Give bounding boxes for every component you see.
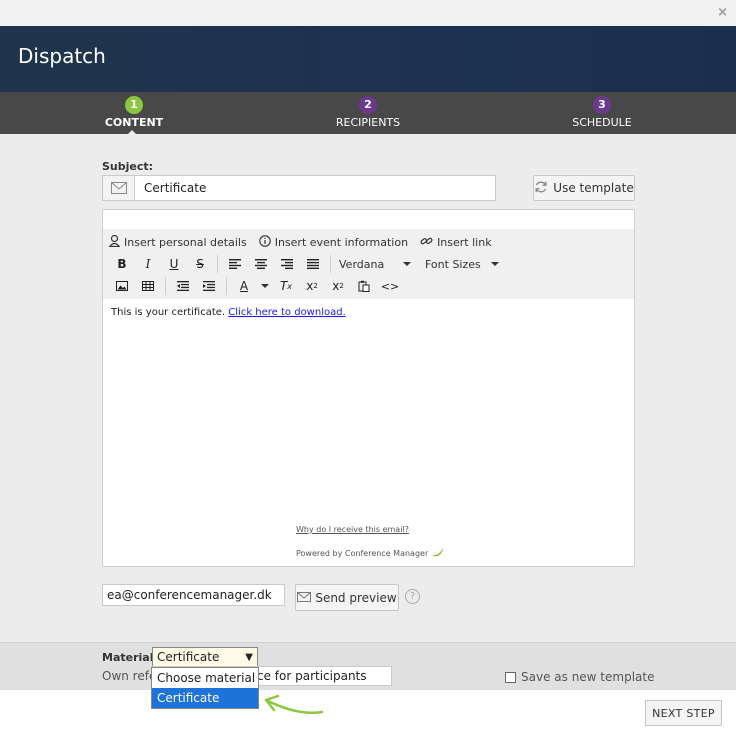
dropdown-option-choose[interactable]: Choose material (152, 668, 258, 688)
chevron-down-icon (403, 262, 411, 266)
dropdown-option-certificate[interactable]: Certificate (152, 688, 258, 708)
powered-text: Powered by Conference Manager (296, 548, 429, 558)
chevron-down-icon (491, 262, 499, 266)
clear-format-icon[interactable]: Tx (273, 276, 299, 296)
subject-input[interactable] (136, 176, 494, 200)
page-title: Dispatch (18, 44, 106, 68)
body-text: This is your certificate. (111, 307, 226, 318)
help-icon[interactable]: ? (405, 589, 420, 604)
font-family-value: Verdana (339, 257, 385, 271)
font-size-select[interactable]: Font Sizes (421, 254, 503, 274)
insert-link-button[interactable]: Insert link (420, 235, 492, 250)
powered-by: Powered by Conference Manager (296, 547, 445, 559)
editor-toolbar: Insert personal details Insert event inf… (103, 229, 634, 299)
superscript-icon[interactable]: x2 (325, 276, 351, 296)
editor-body[interactable]: This is your certificate. Click here to … (111, 307, 346, 318)
step-number: 1 (125, 96, 143, 114)
toolbar-divider (226, 277, 227, 295)
toolbar-divider (217, 255, 218, 273)
step-label: CONTENT (104, 116, 164, 129)
dialog-header: Dispatch (0, 26, 736, 92)
step-label: SCHEDULE (572, 116, 632, 129)
toolbar-insert-tools-row: A Tx x2 x2 <> (109, 276, 403, 296)
chevron-down-icon: ▼ (245, 651, 253, 663)
conference-manager-logo-icon (431, 547, 445, 559)
source-code-icon[interactable]: <> (377, 276, 403, 296)
info-icon (258, 234, 271, 250)
align-justify-icon[interactable] (300, 254, 326, 274)
download-link[interactable]: Click here to download. (228, 307, 345, 318)
material-label: Material: (102, 651, 158, 664)
use-template-button[interactable]: Use template (533, 175, 635, 201)
insert-event-button[interactable]: Insert event information (258, 234, 409, 250)
rich-text-editor[interactable]: Insert personal details Insert event inf… (102, 209, 635, 567)
save-as-template-label: Save as new template (521, 670, 655, 684)
font-family-select[interactable]: Verdana (335, 254, 415, 274)
send-preview-label: Send preview (315, 590, 397, 605)
indent-icon[interactable] (196, 276, 222, 296)
checkbox-icon[interactable] (505, 671, 516, 683)
toolbar-insert-row: Insert personal details Insert event inf… (108, 232, 504, 252)
strikethrough-icon[interactable]: S (187, 254, 213, 274)
why-receive-link[interactable]: Why do I receive this email? (296, 525, 409, 534)
window-topbar: × (0, 0, 736, 26)
next-step-button[interactable]: NEXT STEP (645, 700, 722, 726)
toolbar-format-row: B I U S Verdana Font Sizes (109, 254, 503, 274)
insert-personal-label: Insert personal details (124, 235, 247, 249)
own-reference-label: Own refe (102, 669, 157, 683)
bold-icon[interactable]: B (109, 254, 135, 274)
paste-icon[interactable] (351, 276, 377, 296)
toolbar-divider (330, 255, 331, 273)
toolbar-divider (165, 277, 166, 295)
content-panel: Subject: Use template Insert personal de… (0, 134, 736, 642)
text-color-icon[interactable]: A (231, 276, 257, 296)
align-center-icon[interactable] (248, 254, 274, 274)
insert-personal-button[interactable]: Insert personal details (108, 234, 247, 250)
person-icon (108, 234, 121, 250)
subject-field-wrapper (102, 175, 496, 201)
step-number: 2 (359, 96, 377, 114)
insert-link-label: Insert link (437, 235, 492, 249)
step-schedule[interactable]: 3 SCHEDULE (532, 96, 672, 129)
link-icon (420, 235, 433, 250)
step-recipients[interactable]: 2 RECIPIENTS (298, 96, 438, 129)
chevron-down-icon[interactable] (261, 284, 269, 288)
italic-icon[interactable]: I (135, 254, 161, 274)
save-as-template-checkbox[interactable]: Save as new template (505, 670, 654, 684)
close-icon[interactable]: × (717, 5, 728, 20)
preview-email-input[interactable] (102, 584, 285, 606)
use-template-label: Use template (553, 181, 634, 195)
material-panel: Material: Certificate ▼ Own refe Save as… (0, 642, 736, 690)
dialog-footer: NEXT STEP (0, 690, 736, 734)
material-select[interactable]: Certificate ▼ (152, 647, 258, 667)
material-dropdown-list: Choose material Certificate (151, 667, 259, 709)
send-preview-button[interactable]: Send preview (295, 584, 399, 611)
step-content[interactable]: 1 CONTENT (64, 96, 204, 138)
outdent-icon[interactable] (170, 276, 196, 296)
envelope-icon (297, 591, 312, 605)
material-selected-value: Certificate (157, 650, 220, 664)
green-arrow-annotation (264, 694, 324, 714)
align-right-icon[interactable] (274, 254, 300, 274)
subject-label: Subject: (102, 160, 154, 173)
envelope-icon (103, 176, 135, 200)
step-indicator: 1 CONTENT 2 RECIPIENTS 3 SCHEDULE (0, 92, 736, 138)
image-icon[interactable] (109, 276, 135, 296)
underline-icon[interactable]: U (161, 254, 187, 274)
subscript-icon[interactable]: x2 (299, 276, 325, 296)
font-size-value: Font Sizes (425, 257, 481, 271)
step-number: 3 (593, 96, 611, 114)
refresh-icon (534, 180, 548, 197)
step-label: RECIPIENTS (335, 116, 401, 129)
table-icon[interactable] (135, 276, 161, 296)
align-left-icon[interactable] (222, 254, 248, 274)
insert-event-label: Insert event information (274, 235, 409, 249)
